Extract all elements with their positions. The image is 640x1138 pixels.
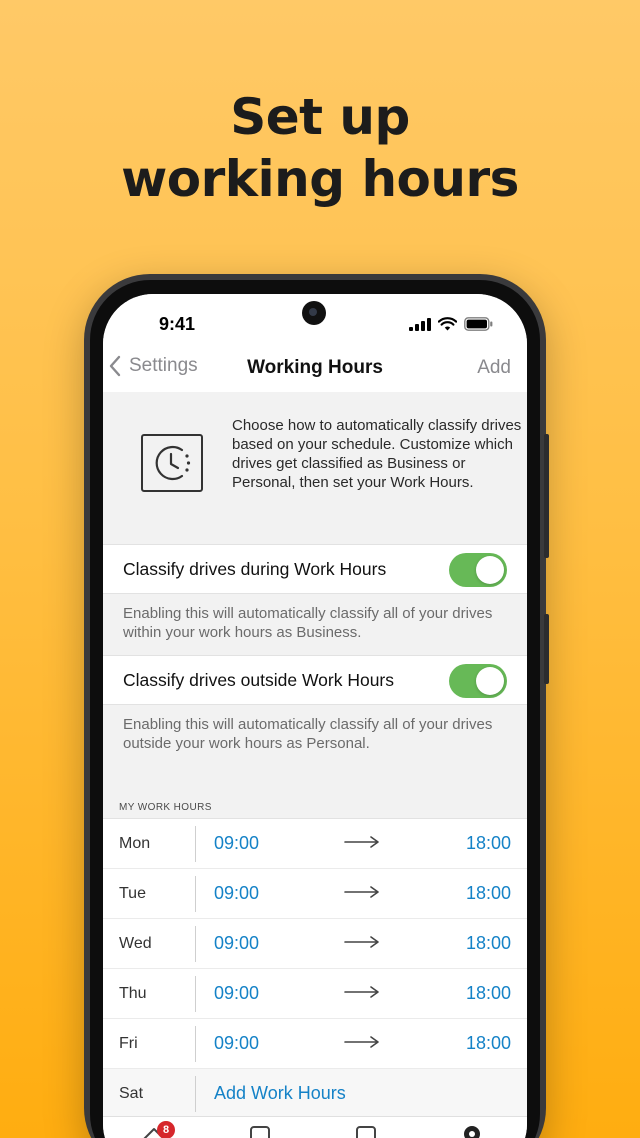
day-label: Thu	[119, 985, 147, 1002]
arrow-right-icon	[344, 986, 379, 998]
power-button	[544, 434, 549, 558]
status-icons	[409, 317, 493, 331]
classify-outside-toggle[interactable]	[449, 664, 507, 698]
classify-during-row: Classify drives during Work Hours	[103, 544, 527, 594]
clock-icon	[141, 434, 203, 492]
front-camera	[302, 301, 326, 325]
wifi-icon	[438, 317, 457, 331]
tab-bar: 8	[103, 1116, 527, 1138]
hour-row-fri[interactable]: Fri 09:00 18:00	[103, 1019, 527, 1069]
end-time[interactable]: 18:00	[466, 983, 511, 1004]
work-hours-list: Mon 09:00 18:00 Tue 09:00 18:00 Wed 09:0…	[103, 818, 527, 1119]
row-divider	[195, 976, 196, 1012]
end-time[interactable]: 18:00	[466, 833, 511, 854]
phone-screen: 9:41 Settings Working Hours Add Choose h…	[103, 294, 527, 1138]
start-time[interactable]: 09:00	[214, 933, 259, 954]
tab-vehicles-icon[interactable]	[355, 1125, 377, 1138]
start-time[interactable]: 09:00	[214, 1033, 259, 1054]
classify-during-hint: Enabling this will automatically classif…	[123, 605, 493, 641]
arrow-right-icon	[344, 836, 379, 848]
start-time[interactable]: 09:00	[214, 883, 259, 904]
section-label-work-hours: MY WORK HOURS	[119, 802, 212, 813]
hour-row-tue[interactable]: Tue 09:00 18:00	[103, 869, 527, 919]
battery-icon	[464, 317, 493, 331]
intro-section: Choose how to automatically classify dri…	[103, 392, 527, 544]
hour-row-sat[interactable]: Sat Add Work Hours	[103, 1069, 527, 1119]
end-time[interactable]: 18:00	[466, 1033, 511, 1054]
row-divider	[195, 876, 196, 912]
hour-row-mon[interactable]: Mon 09:00 18:00	[103, 819, 527, 869]
end-time[interactable]: 18:00	[466, 883, 511, 904]
headline-line-1: Set up	[230, 88, 410, 146]
tab-reports-icon[interactable]	[249, 1125, 271, 1138]
classify-outside-label: Classify drives outside Work Hours	[123, 670, 395, 690]
arrow-right-icon	[344, 936, 379, 948]
headline-line-2: working hours	[121, 150, 519, 208]
headline: Set up working hours	[0, 86, 640, 210]
row-divider	[195, 826, 196, 862]
navigation-bar: Settings Working Hours Add	[103, 344, 527, 392]
phone-frame: 9:41 Settings Working Hours Add Choose h…	[84, 274, 549, 1138]
notification-badge: 8	[157, 1121, 175, 1138]
volume-button	[544, 614, 549, 684]
add-button[interactable]: Add	[477, 357, 511, 379]
day-label: Sat	[119, 1085, 144, 1102]
start-time[interactable]: 09:00	[214, 833, 259, 854]
classify-during-toggle[interactable]	[449, 553, 507, 587]
add-work-hours-button[interactable]: Add Work Hours	[214, 1083, 346, 1104]
status-time: 9:41	[159, 314, 196, 334]
classify-during-label: Classify drives during Work Hours	[123, 559, 387, 579]
day-label: Tue	[119, 885, 146, 902]
intro-description: Choose how to automatically classify dri…	[232, 417, 522, 491]
classify-outside-row: Classify drives outside Work Hours	[103, 655, 527, 705]
hour-row-thu[interactable]: Thu 09:00 18:00	[103, 969, 527, 1019]
row-divider	[195, 926, 196, 962]
classify-outside-hint: Enabling this will automatically classif…	[123, 716, 493, 752]
signal-icon	[409, 317, 431, 331]
row-divider	[195, 1076, 196, 1112]
tab-settings-icon[interactable]	[461, 1123, 483, 1138]
day-label: Wed	[119, 935, 152, 952]
arrow-right-icon	[344, 886, 379, 898]
day-label: Mon	[119, 835, 151, 852]
hour-row-wed[interactable]: Wed 09:00 18:00	[103, 919, 527, 969]
row-divider	[195, 1026, 196, 1062]
day-label: Fri	[119, 1035, 138, 1052]
page-title: Working Hours	[247, 357, 383, 378]
arrow-right-icon	[344, 1036, 379, 1048]
end-time[interactable]: 18:00	[466, 933, 511, 954]
start-time[interactable]: 09:00	[214, 983, 259, 1004]
